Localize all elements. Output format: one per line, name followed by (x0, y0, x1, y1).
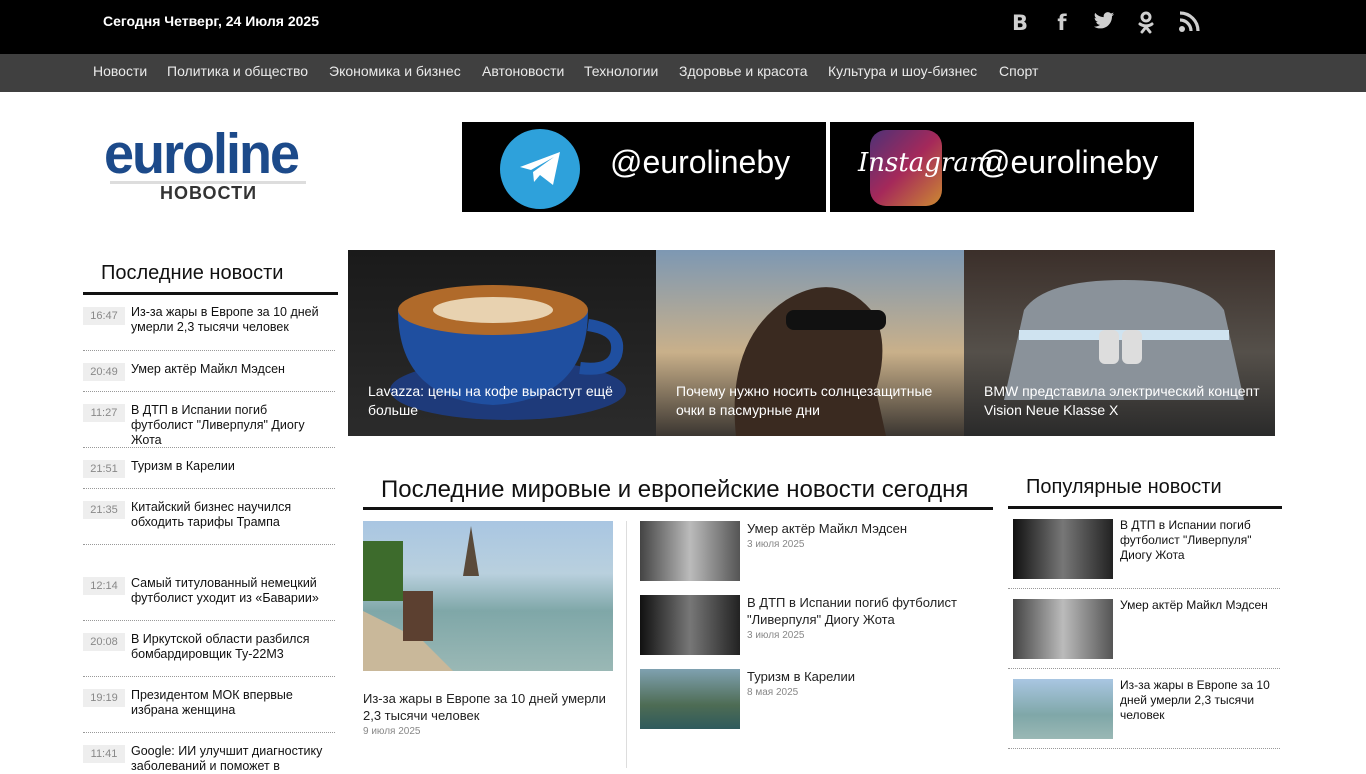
news-time: 21:51 (83, 460, 125, 478)
divider (83, 732, 335, 733)
popular-news-rule (1008, 506, 1282, 509)
article-date: 8 мая 2025 (747, 687, 799, 698)
news-time: 11:27 (83, 404, 125, 422)
instagram-wordmark: Instagram (858, 148, 994, 178)
odnoklassniki-icon[interactable] (1133, 11, 1159, 35)
divider (1008, 588, 1280, 589)
latest-news-item[interactable]: Умер актёр Майкл Мэдсен (131, 362, 331, 377)
divider (83, 447, 335, 448)
nav-item-sport[interactable]: Спорт (999, 63, 1038, 79)
latest-news-item[interactable]: Самый титулованный немецкий футболист ух… (131, 576, 331, 606)
world-news-title: Последние мировые и европейские новости … (381, 476, 969, 503)
article-title[interactable]: Туризм в Карелии (747, 668, 987, 685)
telegram-handle: @eurolineby (610, 144, 791, 180)
article-date: 3 июля 2025 (747, 630, 805, 641)
article-image[interactable] (640, 669, 740, 729)
slide-caption: Почему нужно носить солнцезащитные очки … (676, 383, 933, 418)
facebook-icon[interactable]: f (1049, 11, 1075, 35)
divider (83, 676, 335, 677)
slide-caption: BMW представила электрический концепт Vi… (984, 383, 1260, 418)
popular-image[interactable] (1013, 679, 1113, 739)
news-time: 20:49 (83, 363, 125, 381)
divider (1008, 748, 1280, 749)
nav-item-health[interactable]: Здоровье и красота (679, 63, 807, 79)
nav-item-politics[interactable]: Политика и общество (167, 63, 308, 79)
divider (83, 620, 335, 621)
popular-image[interactable] (1013, 519, 1113, 579)
news-time: 21:35 (83, 501, 125, 519)
rss-icon[interactable] (1176, 11, 1202, 35)
lead-article-date: 9 июля 2025 (363, 726, 421, 737)
popular-item[interactable]: В ДТП в Испании погиб футболист "Ливерпу… (1120, 518, 1280, 563)
news-time: 20:08 (83, 633, 125, 651)
latest-news-item[interactable]: Китайский бизнес научился обходить тариф… (131, 500, 331, 530)
divider (83, 391, 335, 392)
column-divider (626, 521, 627, 768)
article-title[interactable]: Умер актёр Майкл Мэдсен (747, 520, 987, 537)
latest-news-item[interactable]: Президентом МОК впервые избрана женщина (131, 688, 331, 718)
current-date: Сегодня Четверг, 24 Июля 2025 (103, 13, 319, 29)
slide-caption: Lavazza: цены на кофе вырастут ещё больш… (368, 383, 613, 418)
article-date: 3 июля 2025 (747, 539, 805, 550)
twitter-icon[interactable] (1091, 11, 1117, 35)
popular-item[interactable]: Из-за жары в Европе за 10 дней умерли 2,… (1120, 678, 1280, 723)
vk-icon[interactable]: B (1007, 11, 1033, 35)
latest-news-rule (83, 292, 338, 295)
slide-bmw[interactable]: BMW представила электрический концепт Vi… (964, 250, 1275, 436)
latest-news-item[interactable]: Из-за жары в Европе за 10 дней умерли 2,… (131, 305, 331, 335)
latest-news-item[interactable]: Туризм в Карелии (131, 459, 331, 474)
world-news-rule (363, 507, 993, 510)
latest-news-title: Последние новости (101, 262, 284, 284)
latest-news-item[interactable]: В Иркутской области разбился бомбардиров… (131, 632, 331, 662)
divider (83, 350, 335, 351)
telegram-icon (500, 129, 580, 209)
instagram-banner[interactable]: Instagram @eurolineby (830, 122, 1194, 212)
article-image[interactable] (640, 595, 740, 655)
nav-item-tech[interactable]: Технологии (584, 63, 658, 79)
news-time: 12:14 (83, 577, 125, 595)
divider (1008, 668, 1280, 669)
slide-sunglasses[interactable]: Почему нужно носить солнцезащитные очки … (656, 250, 964, 436)
logo-subtitle: НОВОСТИ (160, 183, 258, 203)
popular-item[interactable]: Умер актёр Майкл Мэдсен (1120, 598, 1280, 613)
news-time: 16:47 (83, 307, 125, 325)
divider (83, 488, 335, 489)
latest-news-item[interactable]: Google: ИИ улучшит диагностику заболеван… (131, 744, 331, 774)
nav-item-auto[interactable]: Автоновости (482, 63, 564, 79)
lead-article-image[interactable] (363, 521, 613, 671)
news-time: 19:19 (83, 689, 125, 707)
instagram-handle: @eurolineby (978, 144, 1159, 180)
article-image[interactable] (640, 521, 740, 581)
nav-item-culture[interactable]: Культура и шоу-бизнес (828, 63, 977, 79)
site-logo[interactable]: euroline (104, 123, 300, 186)
slide-coffee[interactable]: Lavazza: цены на кофе вырастут ещё больш… (348, 250, 656, 436)
article-title[interactable]: В ДТП в Испании погиб футболист "Ливерпу… (747, 594, 987, 628)
nav-item-news[interactable]: Новости (93, 63, 147, 79)
divider (83, 544, 335, 545)
news-time: 11:41 (83, 745, 125, 763)
nav-item-economy[interactable]: Экономика и бизнес (329, 63, 461, 79)
popular-news-title: Популярные новости (1026, 476, 1222, 498)
popular-image[interactable] (1013, 599, 1113, 659)
latest-news-item[interactable]: В ДТП в Испании погиб футболист "Ливерпу… (131, 403, 331, 448)
telegram-banner[interactable]: @eurolineby (462, 122, 826, 212)
lead-article-title[interactable]: Из-за жары в Европе за 10 дней умерли 2,… (363, 690, 618, 724)
